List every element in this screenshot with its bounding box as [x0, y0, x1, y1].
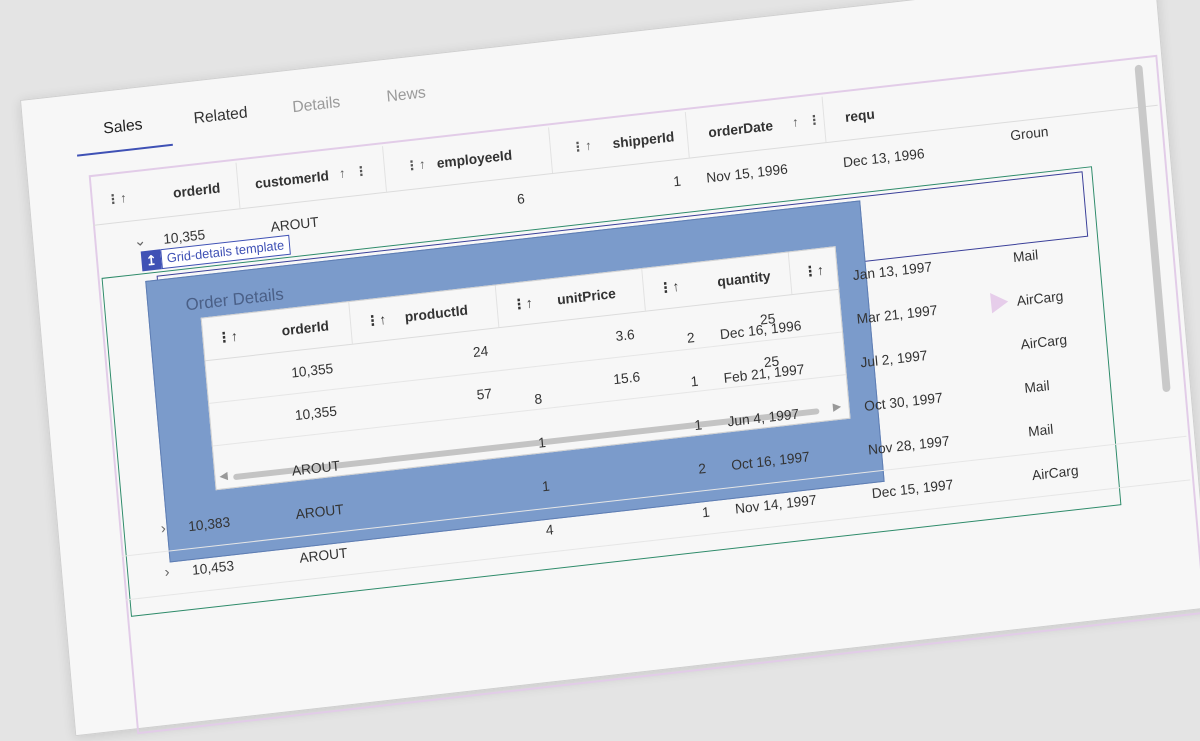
cell-shipVia: AirCarg	[1031, 462, 1080, 484]
cell-orderId: 10,453	[191, 557, 235, 578]
cell-requiredDate: Jul 2, 1997	[859, 346, 929, 371]
column-menu-icon[interactable]: ⋮	[353, 148, 370, 195]
cell-orderDate: Nov 14, 1997	[734, 491, 818, 517]
cell-employeeId: 8	[533, 390, 543, 408]
header-label: orderId	[172, 179, 221, 201]
tab-related[interactable]: Related	[179, 94, 263, 143]
cell-employeeId: 1	[541, 477, 551, 495]
cell-orderDate: Nov 15, 1996	[705, 160, 789, 186]
cell-shipperId: 1	[672, 172, 682, 190]
chevron-right-icon[interactable]: ›	[163, 551, 172, 595]
cell-shipVia: Mail	[1012, 246, 1039, 266]
header-label: requ	[844, 105, 876, 125]
cell-customerId: AROUT	[295, 500, 345, 523]
cell-shipVia: AirCarg	[1016, 287, 1064, 309]
cell-shipVia: AirCarg	[1019, 331, 1068, 353]
cell-orderId: 10,383	[187, 513, 231, 535]
cell-customerId: AROUT	[291, 457, 341, 479]
perspective-stage: Sales Related Details News ⋮ ↑ orderId c…	[20, 0, 1200, 737]
chevron-right-icon[interactable]: ›	[159, 507, 168, 551]
grid-card: Sales Related Details News ⋮ ↑ orderId c…	[20, 0, 1200, 737]
column-menu-icon[interactable]: ⋮	[806, 97, 823, 144]
tab-details[interactable]: Details	[275, 83, 359, 132]
cell-shipperId: 1	[693, 416, 703, 434]
tab-news[interactable]: News	[370, 74, 442, 121]
cell-employeeId: 1	[537, 434, 547, 451]
sort-asc-icon[interactable]: ↑	[337, 151, 347, 197]
cell-shipperId: 2	[697, 460, 707, 477]
select-parent-icon[interactable]: ↥	[140, 249, 162, 272]
cell-shipperId: 1	[701, 503, 711, 521]
sort-asc-icon[interactable]: ↑	[790, 99, 800, 145]
header-label: orderDate	[707, 117, 774, 141]
cell-shipVia: Mail	[1023, 377, 1051, 396]
tab-sales[interactable]: Sales	[73, 104, 173, 157]
cell-employeeId: 4	[545, 521, 555, 538]
header-label: shipperId	[611, 128, 675, 152]
cell-shipperId: 1	[690, 372, 700, 390]
cell-employeeId: 6	[516, 190, 526, 207]
cell-shipVia: Mail	[1027, 420, 1054, 440]
cell-requiredDate: Dec 15, 1997	[871, 476, 954, 502]
cell-customerId: AROUT	[298, 544, 349, 566]
cell-shipperId: 2	[686, 329, 696, 346]
cell-requiredDate: Dec 13, 1996	[842, 145, 926, 171]
